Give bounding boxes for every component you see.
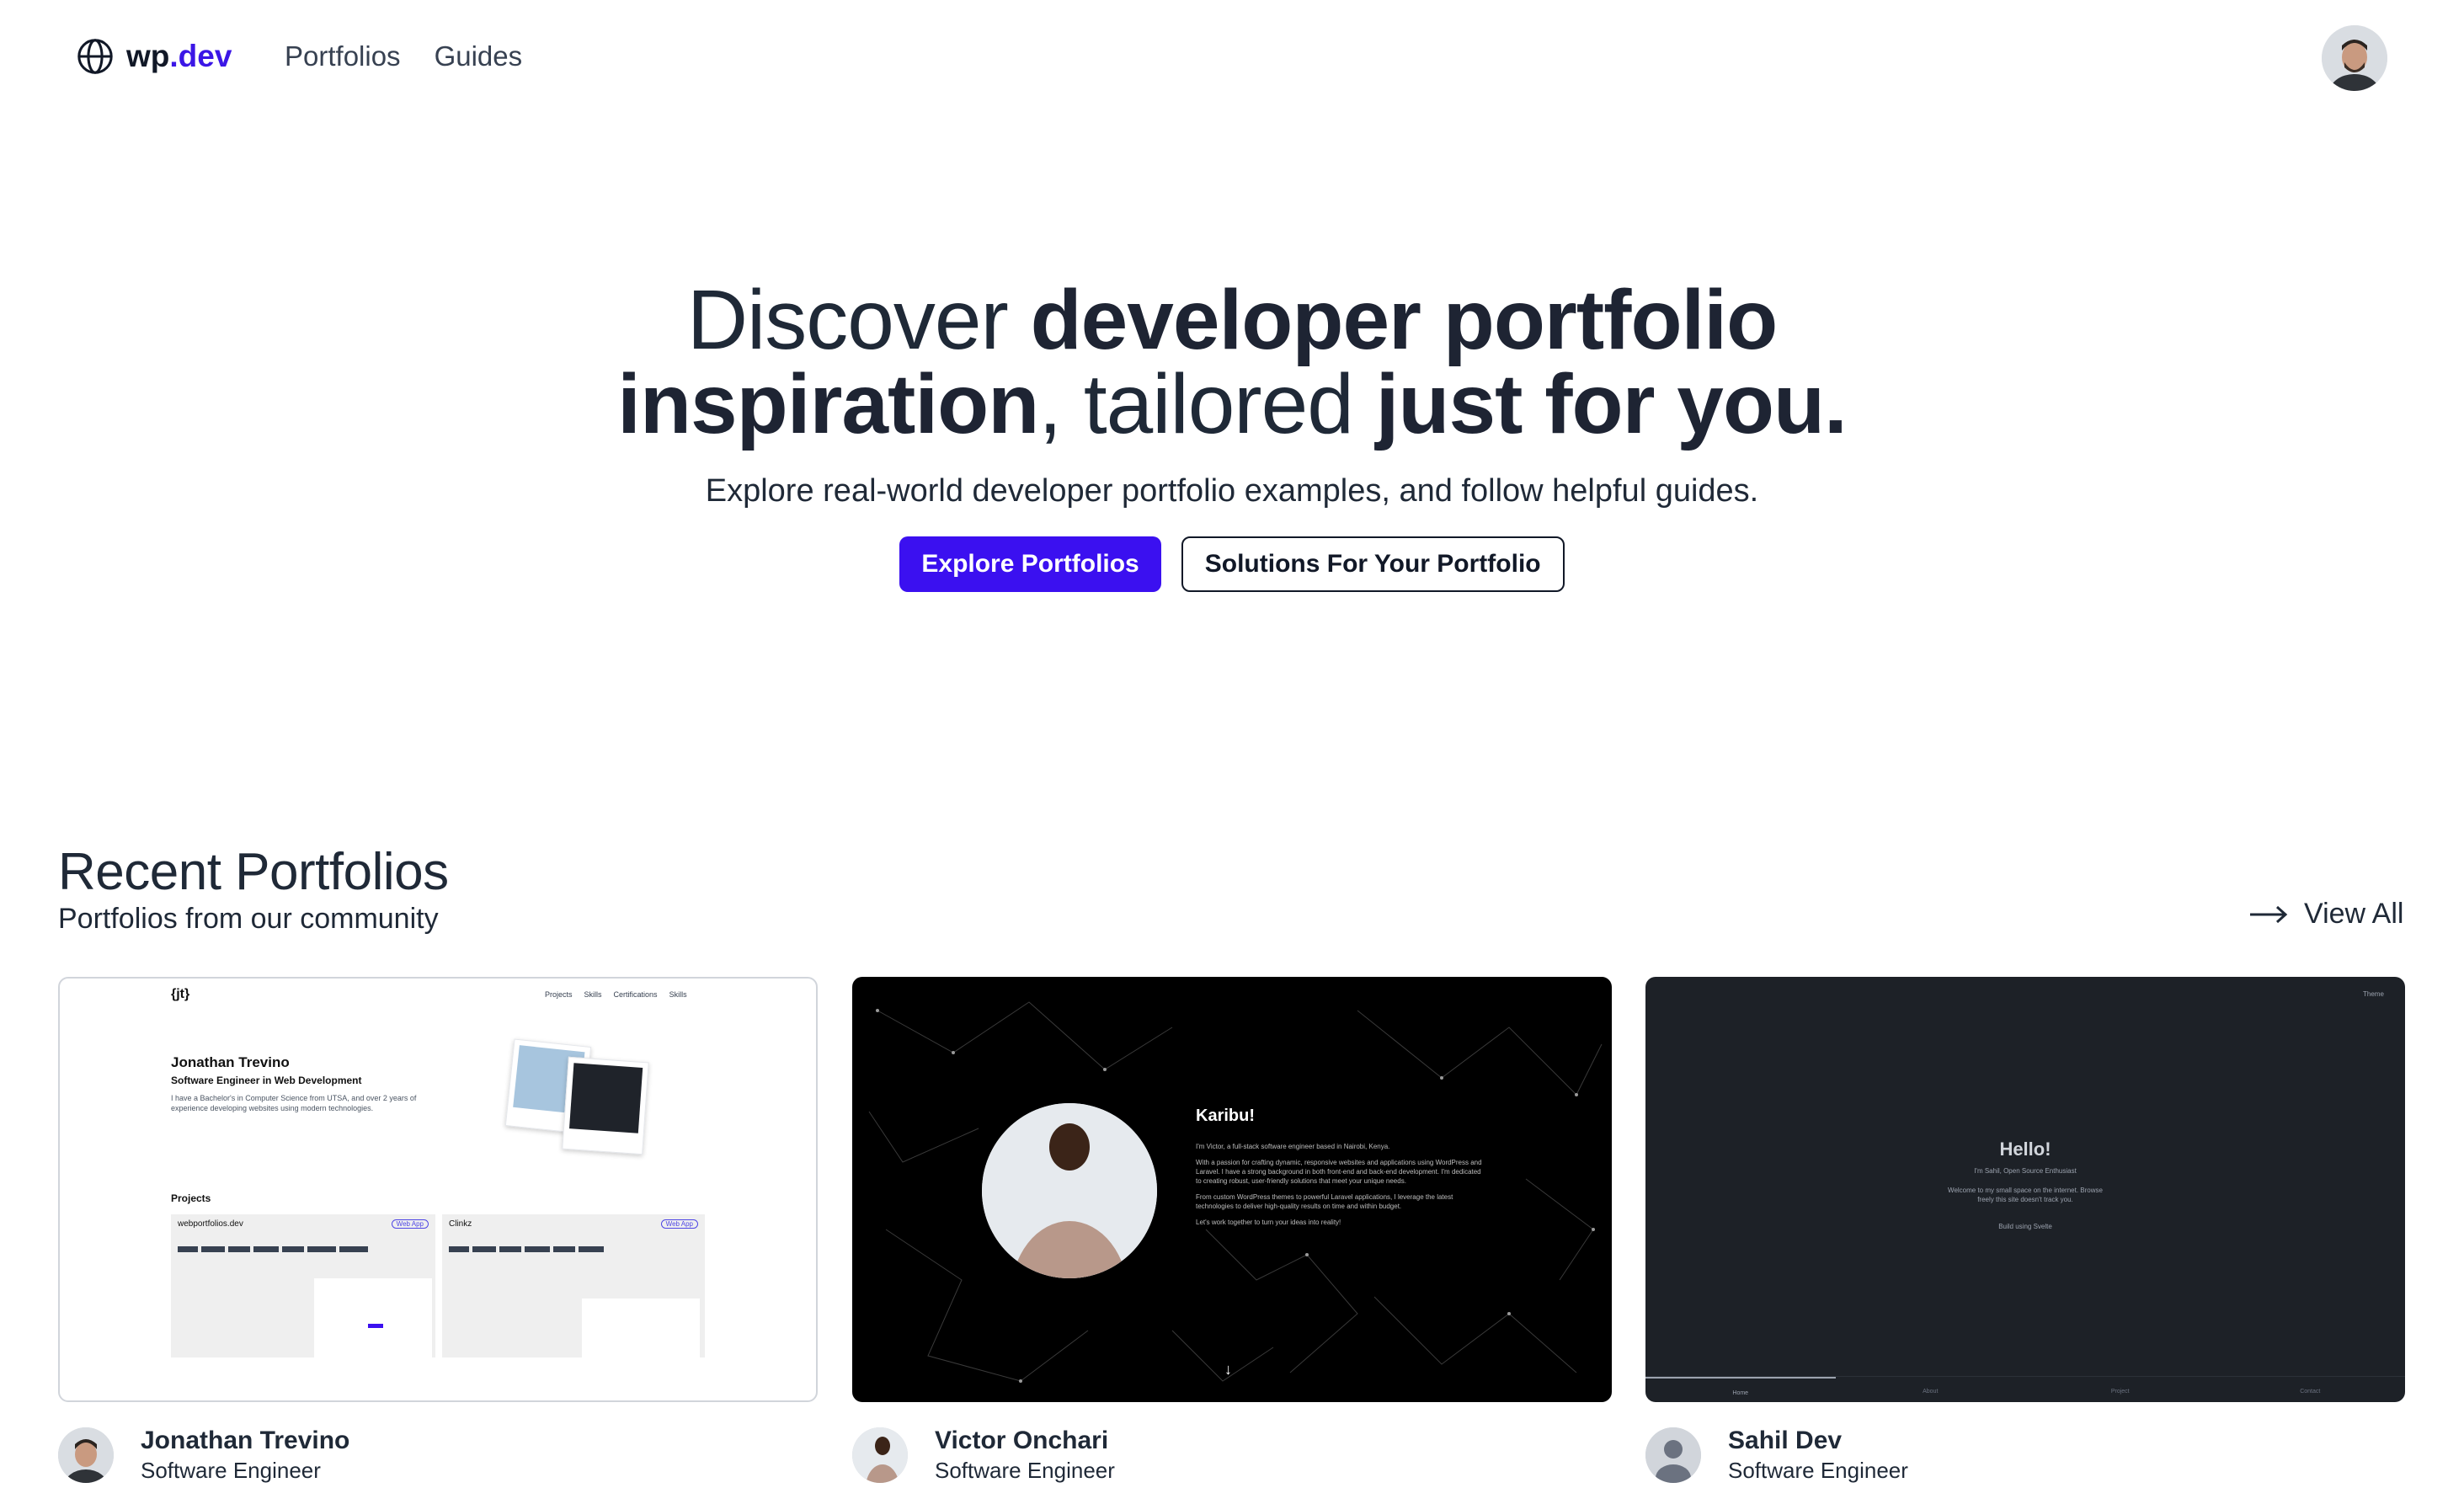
author-role: Software Engineer — [935, 1458, 1115, 1483]
preview-bio: I have a Bachelor's in Computer Science … — [171, 1094, 417, 1112]
preview-heading: Karibu! — [1196, 1107, 1255, 1125]
author-sahil[interactable]: Sahil Dev Software Engineer — [1645, 1426, 1908, 1485]
author-name: Sahil Dev — [1728, 1427, 1843, 1454]
preview-bottom-tabs: Home About Project Contact — [1645, 1376, 2405, 1402]
author-name: Victor Onchari — [935, 1427, 1109, 1454]
author-role: Software Engineer — [141, 1458, 321, 1483]
hero-buttons: Explore Portfolios Solutions For Your Po… — [0, 536, 2464, 592]
preview-nav: Projects Skills Certifications Skills — [545, 990, 687, 999]
main-nav: Portfolios Guides — [285, 40, 522, 72]
preview-theme-toggle: Theme — [2363, 990, 2384, 998]
preview-subheading: Software Engineer in Web Development — [171, 1075, 362, 1086]
section-subtitle: Portfolios from our community — [58, 903, 439, 935]
author-name: Jonathan Trevino — [141, 1427, 350, 1454]
site-header: wp.dev Portfolios Guides — [0, 0, 2464, 118]
preview-projects-label: Projects — [171, 1192, 211, 1204]
hero-title: Discover developer portfolio inspiration… — [617, 273, 1848, 451]
preview-heading: Jonathan Trevino — [171, 1054, 290, 1070]
preview-text: I'm Victor, a full-stack software engine… — [1196, 1143, 1482, 1226]
portfolio-card-sahil[interactable]: Theme Hello! I'm Sahil, Open Source Enth… — [1645, 977, 2405, 1402]
hero-subtitle: Explore real-world developer portfolio e… — [705, 473, 1759, 509]
nav-guides[interactable]: Guides — [435, 40, 523, 72]
arrow-right-icon — [2250, 905, 2288, 923]
logo-link[interactable]: wp.dev — [76, 37, 232, 76]
preview-line-3: Build using Svelte — [1998, 1223, 2052, 1230]
preview-line-2: Welcome to my small space on the interne… — [1948, 1187, 2103, 1203]
portfolio-card-victor[interactable]: Karibu! I'm Victor, a full-stack softwar… — [852, 977, 1612, 1402]
section-title: Recent Portfolios — [58, 843, 449, 901]
view-all-label: View All — [2304, 898, 2404, 930]
preview-logo: {jt} — [171, 987, 190, 1001]
avatar — [852, 1427, 908, 1483]
author-victor[interactable]: Victor Onchari Software Engineer — [852, 1426, 1115, 1485]
portfolio-card-jonathan[interactable]: {jt} Projects Skills Certifications Skil… — [58, 977, 818, 1402]
view-all-link[interactable]: View All — [2248, 898, 2403, 931]
avatar — [58, 1427, 114, 1483]
hero-section: Discover developer portfolio inspiration… — [0, 278, 2464, 592]
default-avatar-icon — [1645, 1427, 1701, 1483]
arrow-down-icon: ↓ — [1224, 1361, 1232, 1378]
preview-line-1: I'm Sahil, Open Source Enthusiast — [1974, 1167, 2077, 1175]
nav-portfolios[interactable]: Portfolios — [285, 40, 401, 72]
preview-project-1: webportfolios.dev Web App — [171, 1214, 435, 1357]
preview-profile-photo — [982, 1103, 1157, 1278]
solutions-button[interactable]: Solutions For Your Portfolio — [1181, 536, 1565, 592]
explore-portfolios-button[interactable]: Explore Portfolios — [899, 536, 1161, 592]
user-avatar[interactable] — [2322, 25, 2387, 91]
logo-text: wp.dev — [126, 39, 232, 73]
author-jonathan[interactable]: Jonathan Trevino Software Engineer — [58, 1426, 349, 1485]
globe-icon — [77, 39, 113, 74]
preview-heading: Hello! — [1999, 1139, 2051, 1160]
preview-photo-2 — [562, 1056, 649, 1155]
preview-project-2: Clinkz Web App — [442, 1214, 705, 1357]
author-role: Software Engineer — [1728, 1458, 1908, 1483]
